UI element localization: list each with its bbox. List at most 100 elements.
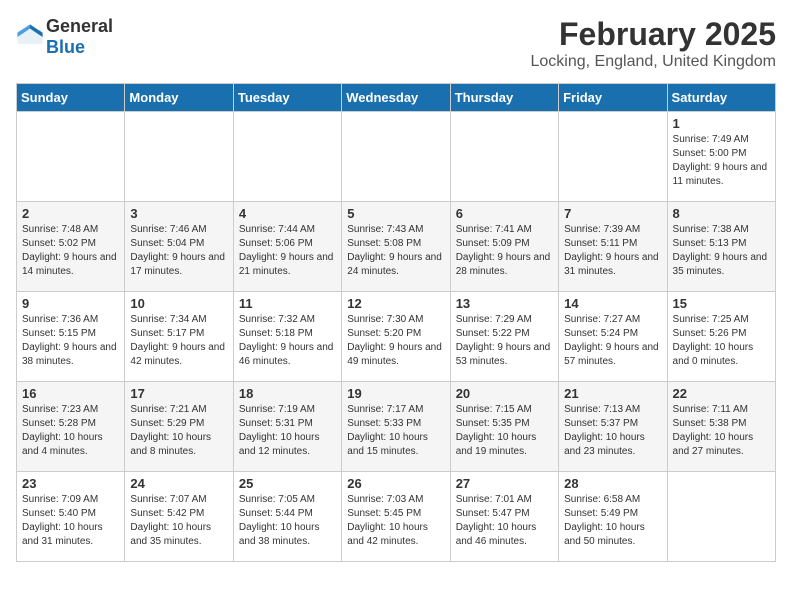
day-number: 28 [564, 476, 661, 491]
day-number: 24 [130, 476, 227, 491]
day-info: Sunrise: 7:25 AM Sunset: 5:26 PM Dayligh… [673, 313, 770, 369]
day-cell [342, 112, 450, 202]
day-cell: 21 Sunrise: 7:13 AM Sunset: 5:37 PM Dayli… [559, 382, 667, 472]
day-header-sunday: Sunday [17, 84, 125, 112]
day-number: 5 [347, 206, 444, 221]
day-number: 9 [22, 296, 119, 311]
day-info: Sunrise: 7:11 AM Sunset: 5:38 PM Dayligh… [673, 403, 770, 459]
day-number: 19 [347, 386, 444, 401]
day-cell: 7 Sunrise: 7:39 AM Sunset: 5:11 PM Daylig… [559, 202, 667, 292]
day-number: 13 [456, 296, 553, 311]
day-number: 12 [347, 296, 444, 311]
day-cell [450, 112, 558, 202]
day-cell: 2Sunrise: 7:48 AM Sunset: 5:02 PM Daylig… [17, 202, 125, 292]
day-number: 16 [22, 386, 119, 401]
day-info: Sunrise: 7:29 AM Sunset: 5:22 PM Dayligh… [456, 313, 553, 369]
day-info: Sunrise: 7:01 AM Sunset: 5:47 PM Dayligh… [456, 493, 553, 549]
month-year: February 2025 [531, 16, 777, 53]
day-number: 14 [564, 296, 661, 311]
day-cell: 22Sunrise: 7:11 AM Sunset: 5:38 PM Dayli… [667, 382, 775, 472]
week-row-1: 1 Sunrise: 7:49 AM Sunset: 5:00 PM Daylig… [17, 112, 776, 202]
day-info: Sunrise: 7:19 AM Sunset: 5:31 PM Dayligh… [239, 403, 336, 459]
day-number: 27 [456, 476, 553, 491]
day-header-monday: Monday [125, 84, 233, 112]
day-cell: 28 Sunrise: 6:58 AM Sunset: 5:49 PM Dayli… [559, 472, 667, 562]
day-number: 1 [673, 116, 770, 131]
day-cell: 4 Sunrise: 7:44 AM Sunset: 5:06 PM Daylig… [233, 202, 341, 292]
day-info: Sunrise: 6:58 AM Sunset: 5:49 PM Dayligh… [564, 493, 661, 549]
day-info: Sunrise: 7:44 AM Sunset: 5:06 PM Dayligh… [239, 223, 336, 279]
day-info: Sunrise: 7:13 AM Sunset: 5:37 PM Dayligh… [564, 403, 661, 459]
day-cell: 25 Sunrise: 7:05 AM Sunset: 5:44 PM Dayli… [233, 472, 341, 562]
day-cell: 11Sunrise: 7:32 AM Sunset: 5:18 PM Dayli… [233, 292, 341, 382]
day-info: Sunrise: 7:38 AM Sunset: 5:13 PM Dayligh… [673, 223, 770, 279]
day-info: Sunrise: 7:23 AM Sunset: 5:28 PM Dayligh… [22, 403, 119, 459]
day-number: 20 [456, 386, 553, 401]
logo-text-blue: Blue [46, 37, 85, 57]
day-info: Sunrise: 7:34 AM Sunset: 5:17 PM Dayligh… [130, 313, 227, 369]
calendar-table: SundayMondayTuesdayWednesdayThursdayFrid… [16, 83, 776, 562]
day-cell [17, 112, 125, 202]
day-cell [125, 112, 233, 202]
day-number: 23 [22, 476, 119, 491]
day-number: 26 [347, 476, 444, 491]
day-info: Sunrise: 7:17 AM Sunset: 5:33 PM Dayligh… [347, 403, 444, 459]
day-number: 21 [564, 386, 661, 401]
day-header-tuesday: Tuesday [233, 84, 341, 112]
week-row-4: 16 Sunrise: 7:23 AM Sunset: 5:28 PM Dayli… [17, 382, 776, 472]
day-info: Sunrise: 7:09 AM Sunset: 5:40 PM Dayligh… [22, 493, 119, 549]
day-info: Sunrise: 7:05 AM Sunset: 5:44 PM Dayligh… [239, 493, 336, 549]
day-cell: 19 Sunrise: 7:17 AM Sunset: 5:33 PM Dayli… [342, 382, 450, 472]
day-cell [233, 112, 341, 202]
day-info: Sunrise: 7:41 AM Sunset: 5:09 PM Dayligh… [456, 223, 553, 279]
day-header-thursday: Thursday [450, 84, 558, 112]
logo-icon [16, 23, 44, 51]
day-header-friday: Friday [559, 84, 667, 112]
day-number: 7 [564, 206, 661, 221]
logo-text-general: General [46, 16, 113, 36]
day-info: Sunrise: 7:03 AM Sunset: 5:45 PM Dayligh… [347, 493, 444, 549]
day-cell: 8 Sunrise: 7:38 AM Sunset: 5:13 PM Daylig… [667, 202, 775, 292]
day-number: 11 [239, 296, 336, 311]
day-info: Sunrise: 7:15 AM Sunset: 5:35 PM Dayligh… [456, 403, 553, 459]
day-cell [667, 472, 775, 562]
logo: General Blue [16, 16, 113, 58]
day-number: 25 [239, 476, 336, 491]
day-cell: 24 Sunrise: 7:07 AM Sunset: 5:42 PM Dayli… [125, 472, 233, 562]
day-headers-row: SundayMondayTuesdayWednesdayThursdayFrid… [17, 84, 776, 112]
day-cell: 20 Sunrise: 7:15 AM Sunset: 5:35 PM Dayli… [450, 382, 558, 472]
day-number: 6 [456, 206, 553, 221]
day-info: Sunrise: 7:36 AM Sunset: 5:15 PM Dayligh… [22, 313, 119, 369]
day-number: 4 [239, 206, 336, 221]
day-info: Sunrise: 7:07 AM Sunset: 5:42 PM Dayligh… [130, 493, 227, 549]
day-cell: 3Sunrise: 7:46 AM Sunset: 5:04 PM Daylig… [125, 202, 233, 292]
day-cell: 13 Sunrise: 7:29 AM Sunset: 5:22 PM Dayli… [450, 292, 558, 382]
day-number: 10 [130, 296, 227, 311]
header: General Blue February 2025 Locking, Engl… [16, 16, 776, 71]
day-info: Sunrise: 7:27 AM Sunset: 5:24 PM Dayligh… [564, 313, 661, 369]
day-info: Sunrise: 7:49 AM Sunset: 5:00 PM Dayligh… [673, 133, 770, 189]
day-cell: 17Sunrise: 7:21 AM Sunset: 5:29 PM Dayli… [125, 382, 233, 472]
day-number: 18 [239, 386, 336, 401]
day-cell: 6 Sunrise: 7:41 AM Sunset: 5:09 PM Daylig… [450, 202, 558, 292]
week-row-5: 23 Sunrise: 7:09 AM Sunset: 5:40 PM Dayli… [17, 472, 776, 562]
day-cell: 15Sunrise: 7:25 AM Sunset: 5:26 PM Dayli… [667, 292, 775, 382]
day-number: 8 [673, 206, 770, 221]
day-cell: 27 Sunrise: 7:01 AM Sunset: 5:47 PM Dayli… [450, 472, 558, 562]
day-number: 2 [22, 206, 119, 221]
day-info: Sunrise: 7:43 AM Sunset: 5:08 PM Dayligh… [347, 223, 444, 279]
day-info: Sunrise: 7:39 AM Sunset: 5:11 PM Dayligh… [564, 223, 661, 279]
title-area: February 2025 Locking, England, United K… [531, 16, 777, 71]
week-row-2: 2Sunrise: 7:48 AM Sunset: 5:02 PM Daylig… [17, 202, 776, 292]
day-cell: 12 Sunrise: 7:30 AM Sunset: 5:20 PM Dayli… [342, 292, 450, 382]
day-number: 3 [130, 206, 227, 221]
day-cell: 26 Sunrise: 7:03 AM Sunset: 5:45 PM Dayli… [342, 472, 450, 562]
day-cell: 18 Sunrise: 7:19 AM Sunset: 5:31 PM Dayli… [233, 382, 341, 472]
day-cell: 23 Sunrise: 7:09 AM Sunset: 5:40 PM Dayli… [17, 472, 125, 562]
day-info: Sunrise: 7:30 AM Sunset: 5:20 PM Dayligh… [347, 313, 444, 369]
location: Locking, England, United Kingdom [531, 53, 777, 71]
day-cell: 10 Sunrise: 7:34 AM Sunset: 5:17 PM Dayli… [125, 292, 233, 382]
day-cell: 5 Sunrise: 7:43 AM Sunset: 5:08 PM Daylig… [342, 202, 450, 292]
day-header-wednesday: Wednesday [342, 84, 450, 112]
day-cell [559, 112, 667, 202]
